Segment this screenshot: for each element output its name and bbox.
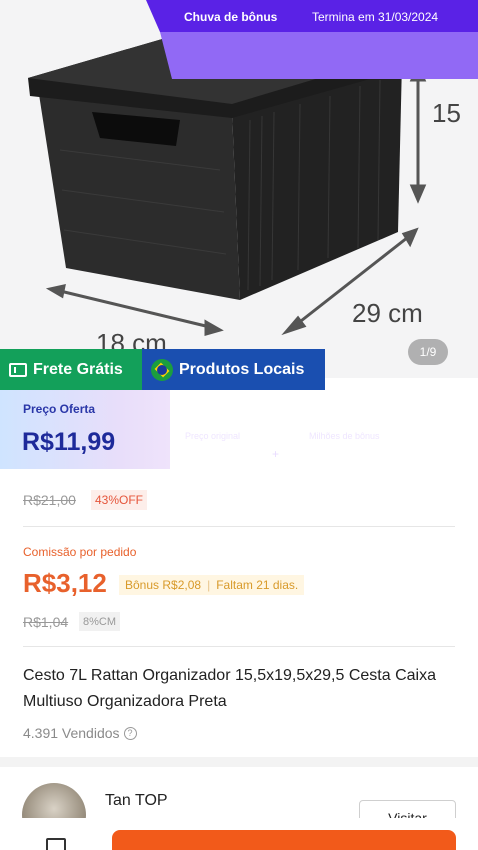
truck-icon [9, 362, 27, 377]
image-pager: 1/9 [408, 339, 448, 365]
commission-remaining: Faltam 21 dias. [216, 578, 299, 592]
sold-count: 4.391 Vendidos ? [23, 725, 137, 741]
help-icon[interactable]: ? [123, 726, 137, 740]
local-products-label: Produtos Locais [179, 360, 305, 378]
bonus-millions-label: Milhões de bônus [309, 431, 380, 441]
bottom-action-bar [0, 818, 478, 850]
commission-bonus: Bônus R$2,08 [125, 578, 202, 592]
separator: | [207, 578, 211, 592]
divider [23, 526, 455, 527]
commission-rate-tag: 8%CM [79, 612, 121, 631]
store-icon[interactable] [46, 838, 66, 850]
brazil-flag-icon [151, 358, 173, 381]
badges-row: Frete Grátis Produtos Locais [0, 349, 325, 390]
original-price-label: Preço original [185, 431, 241, 441]
old-commission: R$1,04 [23, 614, 69, 630]
old-price: R$21,00 [23, 492, 76, 508]
plus-sign: + [272, 447, 280, 461]
bonus-millions-value: R$1,00 [309, 447, 348, 461]
offer-price-panel: Preço Oferta R$11,99 [0, 390, 170, 469]
commission-value: R$3,12 [23, 568, 107, 598]
commission-bonus-tag: Bônus R$2,08 | Faltam 21 dias. [119, 575, 305, 595]
bonus-details [160, 32, 478, 79]
width-dimension-label: 29 cm [352, 298, 423, 328]
divider [23, 646, 455, 647]
discount-tag: 43%OFF [91, 490, 148, 510]
height-dimension-label: 15 [432, 98, 461, 128]
bonus-end-date: Termina em 31/03/2024 [312, 10, 439, 24]
commission-label: Comissão por pedido [23, 545, 137, 559]
free-shipping-badge: Frete Grátis [0, 349, 142, 390]
local-products-badge: Produtos Locais [142, 349, 325, 390]
offer-price: R$11,99 [22, 428, 116, 456]
offer-label: Preço Oferta [23, 402, 96, 416]
store-name[interactable]: Tan TOP [105, 792, 168, 810]
primary-action-button[interactable] [112, 830, 456, 850]
price-banner: Preço Oferta R$11,99 [0, 390, 478, 469]
product-title: Cesto 7L Rattan Organizador 15,5x19,5x29… [23, 667, 436, 710]
original-price-value: R$12,99 [185, 447, 231, 461]
bonus-title: Chuva de bônus [184, 10, 278, 24]
free-shipping-label: Frete Grátis [33, 360, 123, 378]
section-gap [0, 757, 478, 767]
sold-count-text: 4.391 Vendidos [23, 725, 120, 741]
